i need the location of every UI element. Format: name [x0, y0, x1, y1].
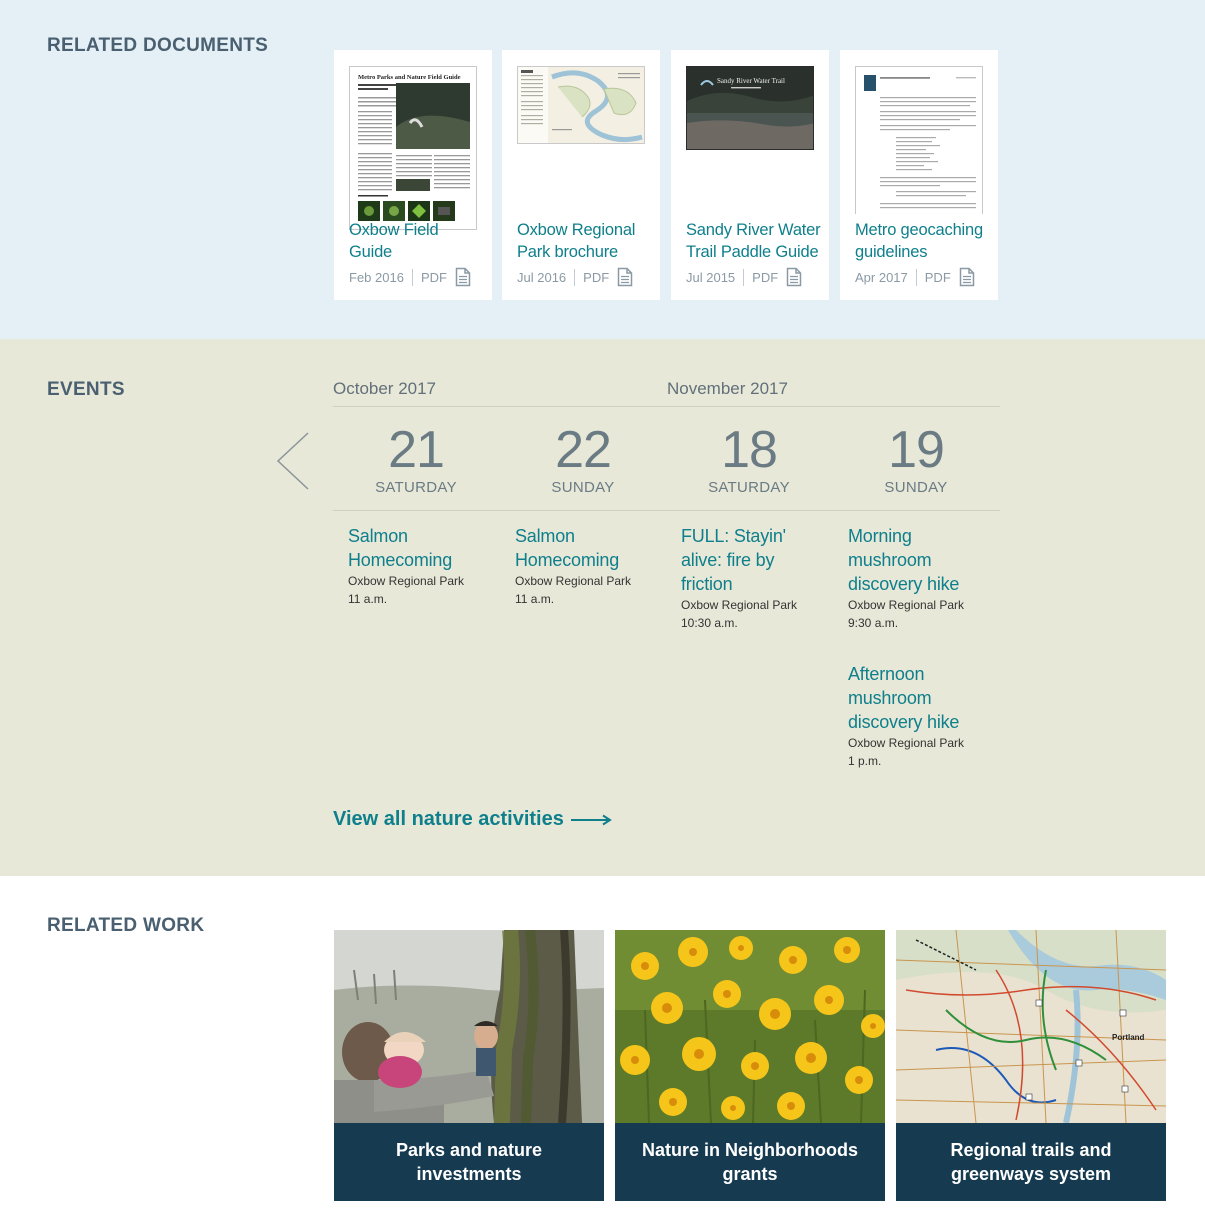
calendar-day[interactable]: 18 SATURDAY — [666, 422, 832, 496]
document-date: Jul 2015 — [686, 269, 736, 285]
divider — [333, 510, 1000, 511]
document-meta: Jul 2015 PDF — [686, 266, 802, 288]
event-time: 11 a.m. — [515, 592, 555, 606]
month-label: November 2017 — [667, 379, 788, 398]
event-location: Oxbow Regional Park — [848, 736, 965, 750]
event-item: Salmon Homecoming Oxbow Regional Park 11… — [515, 524, 655, 608]
event-item: FULL: Stayin' alive: fire by friction Ox… — [681, 524, 821, 632]
document-thumbnail[interactable]: Metro Parks and Nature Field Guide — [349, 66, 477, 230]
related-work-card[interactable]: Nature in Neighborhoods grants — [615, 930, 885, 1201]
event-item: Salmon Homecoming Oxbow Regional Park 11… — [348, 524, 488, 608]
divider — [333, 406, 1000, 407]
calendar-day[interactable]: 19 SUNDAY — [833, 422, 999, 496]
event-time: 1 p.m. — [848, 754, 882, 768]
meta-divider — [411, 268, 413, 286]
event-title-link[interactable]: Salmon Homecoming — [348, 524, 488, 572]
month-label: October 2017 — [333, 379, 437, 398]
meta-divider — [915, 268, 917, 286]
related-work-card[interactable]: Portland Regional trails and greenways s… — [896, 930, 1166, 1201]
event-title-link[interactable]: Morning mushroom discovery hike — [848, 524, 988, 596]
calendar-day[interactable]: 22 SUNDAY — [500, 422, 666, 496]
pdf-document-icon[interactable] — [455, 267, 471, 287]
event-location: Oxbow Regional Park — [515, 574, 632, 588]
event-location: Oxbow Regional Park — [848, 598, 965, 612]
related-documents-section: RELATED DOCUMENTS Metro Parks and Nature… — [0, 0, 1205, 339]
related-work-heading: RELATED WORK — [47, 915, 205, 936]
day-name: SATURDAY — [708, 479, 790, 496]
events-heading: EVENTS — [47, 379, 125, 400]
calendar-day[interactable]: 21 SATURDAY — [333, 422, 499, 496]
day-number: 19 — [888, 421, 945, 479]
related-work-title: Nature in Neighborhoods grants — [615, 1123, 885, 1201]
related-work-image — [615, 930, 885, 1123]
document-card[interactable]: Metro geocaching guidelines Apr 2017 PDF — [840, 50, 998, 300]
event-location: Oxbow Regional Park — [348, 574, 465, 588]
document-type: PDF — [420, 269, 447, 285]
view-all-label: View all nature activities — [333, 808, 564, 830]
chevron-left-icon[interactable] — [275, 431, 311, 491]
related-work-title: Parks and nature investments — [334, 1123, 604, 1201]
related-work-title: Regional trails and greenways system — [896, 1123, 1166, 1201]
related-documents-heading: RELATED DOCUMENTS — [47, 35, 269, 56]
pdf-document-icon[interactable] — [786, 267, 802, 287]
long-arrow-right-icon — [570, 814, 612, 825]
document-card[interactable]: Sandy River Water Trail Sandy River Wate… — [671, 50, 829, 300]
document-type: PDF — [924, 269, 951, 285]
document-thumbnail[interactable]: Sandy River Water Trail — [686, 66, 814, 150]
view-all-activities-link[interactable]: View all nature activities — [333, 808, 612, 831]
event-item: Afternoon mushroom discovery hike Oxbow … — [848, 662, 988, 770]
day-name: SATURDAY — [375, 479, 457, 496]
day-name: SUNDAY — [884, 479, 948, 496]
related-work-image: Portland — [896, 930, 1166, 1123]
document-title-link[interactable]: Metro geocaching guidelines — [855, 219, 990, 263]
document-date: Jul 2016 — [517, 269, 567, 285]
document-title-link[interactable]: Oxbow Regional Park brochure — [517, 219, 652, 263]
event-title-link[interactable]: Salmon Homecoming — [515, 524, 655, 572]
map-label: Portland — [1112, 1033, 1145, 1042]
pdf-document-icon[interactable] — [617, 267, 633, 287]
related-work-section: RELATED WORK Parks and nature investment… — [0, 876, 1205, 1229]
thumb-heading: Sandy River Water Trail — [717, 77, 785, 85]
meta-divider — [743, 268, 745, 286]
related-work-image — [334, 930, 604, 1123]
day-number: 18 — [721, 421, 778, 479]
event-item: Morning mushroom discovery hike Oxbow Re… — [848, 524, 988, 632]
day-name: SUNDAY — [551, 479, 615, 496]
document-card[interactable]: Metro Parks and Nature Field Guide Oxbow… — [334, 50, 492, 300]
event-title-link[interactable]: Afternoon mushroom discovery hike — [848, 662, 988, 734]
event-time: 11 a.m. — [348, 592, 388, 606]
document-title-link[interactable]: Sandy River Water Trail Paddle Guide — [686, 219, 821, 263]
document-meta: Feb 2016 PDF — [349, 266, 471, 288]
pdf-document-icon[interactable] — [959, 267, 975, 287]
document-type: PDF — [583, 269, 610, 285]
document-title-link[interactable]: Oxbow Field Guide — [349, 219, 484, 263]
document-meta: Apr 2017 PDF — [855, 266, 975, 288]
meta-divider — [574, 268, 576, 286]
document-date: Apr 2017 — [855, 269, 908, 285]
thumb-heading: Metro Parks and Nature Field Guide — [358, 74, 461, 81]
events-section: EVENTS October 2017 November 2017 21 SAT… — [0, 339, 1205, 876]
event-title-link[interactable]: FULL: Stayin' alive: fire by friction — [681, 524, 821, 596]
day-number: 22 — [555, 421, 612, 479]
document-card[interactable]: Oxbow Regional Park brochure Jul 2016 PD… — [502, 50, 660, 300]
day-number: 21 — [388, 421, 445, 479]
related-work-card[interactable]: Parks and nature investments — [334, 930, 604, 1201]
document-thumbnail[interactable] — [855, 66, 983, 214]
document-date: Feb 2016 — [349, 269, 404, 285]
document-meta: Jul 2016 PDF — [517, 266, 633, 288]
document-type: PDF — [752, 269, 779, 285]
event-location: Oxbow Regional Park — [681, 598, 798, 612]
event-time: 9:30 a.m. — [848, 616, 899, 630]
event-time: 10:30 a.m. — [681, 616, 738, 630]
document-thumbnail[interactable] — [517, 66, 645, 144]
